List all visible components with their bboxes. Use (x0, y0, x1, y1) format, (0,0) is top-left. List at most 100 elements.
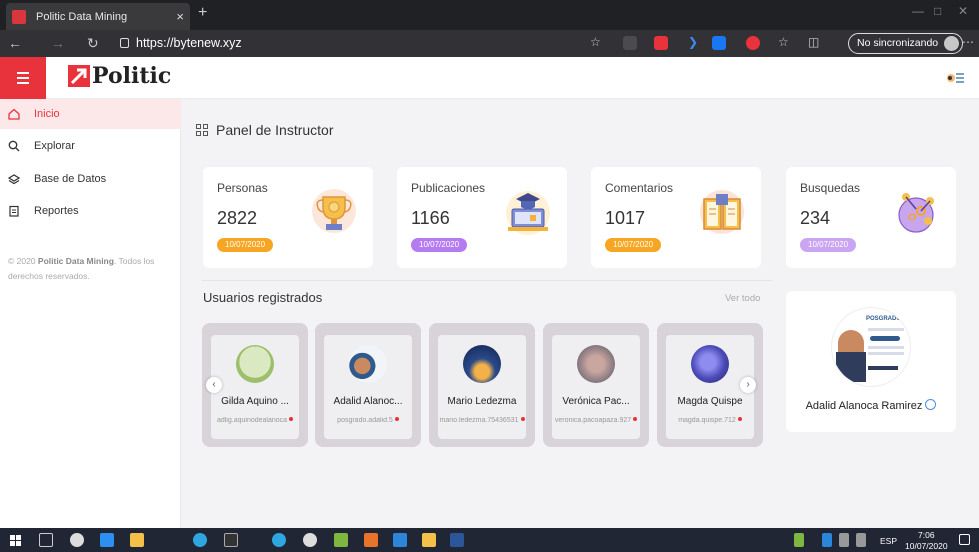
vscode-icon[interactable] (393, 533, 407, 547)
sync-status-button[interactable]: No sincronizando (848, 33, 964, 54)
report-icon (8, 205, 20, 217)
tab-close-icon[interactable]: × (176, 9, 184, 24)
user-avatar (463, 345, 501, 383)
stat-date-badge: 10/07/2020 (217, 238, 274, 252)
sidebar-item-base-de-datos[interactable]: Base de Datos (0, 164, 181, 194)
hamburger-menu-button[interactable] (0, 57, 46, 99)
stat-label: Personas (217, 181, 268, 195)
user-card[interactable]: Adalid Alanoc... posgrado.adalid.5 (315, 323, 421, 447)
store-icon[interactable] (130, 533, 144, 547)
carousel-prev-button[interactable]: ‹ (206, 377, 222, 393)
stat-card-comentarios[interactable]: Comentarios 1017 10/07/2020 (591, 167, 761, 268)
user-card-inner: Gilda Aquino ... adlig.aquinodealanoca (211, 335, 299, 439)
extension-icon[interactable] (623, 36, 637, 50)
notepad-icon[interactable] (334, 533, 348, 547)
stat-date-badge: 10/07/2020 (605, 238, 662, 252)
user-name: Verónica Pac... (562, 396, 630, 407)
site-favicon-icon (12, 9, 26, 24)
back-icon[interactable]: ← (8, 35, 22, 51)
tray-app-icon[interactable] (822, 533, 832, 547)
facebook-extension-icon[interactable] (712, 36, 726, 50)
stat-card-personas[interactable]: Personas 2822 10/07/2020 (203, 167, 373, 268)
stat-value: 1166 (411, 208, 450, 228)
collections-icon[interactable]: ◫ (808, 35, 819, 49)
user-card-inner: Adalid Alanoc... posgrado.adalid.5 (324, 335, 412, 439)
user-card-inner: Mario Ledezma mario.ledezma.75436531 (438, 335, 526, 439)
restore-icon[interactable]: □ (934, 4, 941, 18)
user-name: Magda Quispe (677, 396, 743, 407)
word-icon[interactable] (450, 533, 464, 547)
stat-card-publicaciones[interactable]: Publicaciones 1166 10/07/2020 (397, 167, 567, 268)
lock-icon (120, 38, 129, 48)
battery-icon[interactable] (856, 533, 866, 547)
profile-name: Adalid Alanoca Ramirez (786, 399, 956, 412)
sidebar-item-label: Base de Datos (34, 173, 107, 185)
brand-name: Politic (92, 63, 172, 89)
forward-icon[interactable]: → (51, 35, 65, 51)
poster-text: POSGRADO (866, 316, 902, 322)
app-icon[interactable] (70, 533, 84, 547)
edge-icon[interactable] (193, 533, 207, 547)
favorite-star-icon[interactable]: ☆ (590, 35, 601, 49)
stat-date-badge: 10/07/2020 (800, 238, 857, 252)
user-handle: adlig.aquinodealanoca (211, 417, 299, 424)
sidebar-item-inicio[interactable]: Inicio (0, 99, 181, 129)
molecule-icon (898, 193, 934, 233)
sidebar-item-reportes[interactable]: Reportes (0, 196, 181, 226)
sidebar-item-label: Explorar (34, 140, 75, 152)
mail-icon[interactable] (100, 533, 114, 547)
user-menu-icon[interactable] (945, 70, 965, 86)
notifications-icon[interactable] (959, 534, 970, 545)
edge-app-icon[interactable] (272, 533, 286, 547)
windows-start-icon[interactable] (10, 535, 21, 546)
graduation-laptop-icon (506, 191, 550, 235)
file-explorer-icon[interactable] (422, 533, 436, 547)
alert-extension-icon[interactable] (746, 36, 760, 50)
section-divider (202, 280, 772, 281)
app-logo[interactable]: Politic (68, 63, 171, 89)
profile-card[interactable]: POSGRADO Adalid Alanoca Ramirez (786, 291, 956, 432)
user-card[interactable]: Verónica Pac... veronica.pacoapaza.927 (543, 323, 649, 447)
chevron-right-icon[interactable]: ❯ (688, 35, 698, 49)
user-handle: magda.quispe.712 (666, 417, 754, 424)
user-name: Mario Ledezma (447, 396, 517, 407)
sync-label: No sincronizando (857, 37, 939, 49)
tray-icon[interactable] (794, 533, 804, 547)
grid-icon (196, 124, 208, 136)
book-icon (700, 190, 744, 234)
reload-icon[interactable]: ↻ (87, 35, 99, 52)
registered-users-title: Usuarios registrados (203, 290, 323, 305)
stat-date-badge: 10/07/2020 (411, 238, 468, 252)
office-icon[interactable] (364, 533, 378, 547)
network-icon[interactable] (839, 533, 849, 547)
carousel-next-button[interactable]: › (740, 377, 756, 393)
stat-value: 234 (800, 208, 831, 228)
layers-icon (8, 173, 20, 185)
task-view-icon[interactable] (39, 533, 53, 547)
terminal-icon[interactable] (224, 533, 238, 547)
language-indicator[interactable]: ESP (880, 536, 897, 546)
browser-tab[interactable]: Politic Data Mining × (6, 3, 190, 30)
user-card[interactable]: Mario Ledezma mario.ledezma.75436531 (429, 323, 535, 447)
sidebar-item-label: Reportes (34, 205, 79, 217)
favorites-list-icon[interactable]: ☆ (778, 35, 789, 49)
stat-card-busquedas[interactable]: Busquedas 234 10/07/2020 (786, 167, 956, 268)
close-window-icon[interactable]: ✕ (958, 4, 968, 18)
user-avatar (691, 345, 729, 383)
search-icon (8, 140, 20, 152)
address-bar[interactable]: https://bytenew.xyz (120, 36, 242, 50)
github-icon[interactable] (303, 533, 317, 547)
stat-value: 1017 (605, 208, 646, 228)
profile-avatar-icon (944, 36, 960, 51)
politic-extension-icon[interactable] (654, 36, 668, 50)
verified-check-icon (925, 399, 937, 410)
sidebar-item-explorar[interactable]: Explorar (0, 131, 181, 161)
new-tab-button[interactable]: + (198, 4, 207, 22)
stat-label: Publicaciones (411, 181, 486, 195)
clock-time[interactable]: 7:06 (918, 530, 935, 540)
minimize-icon[interactable]: — (912, 4, 924, 18)
more-options-icon[interactable]: ⋯ (962, 35, 974, 49)
clock-date[interactable]: 10/07/2020 (905, 541, 948, 551)
url-text: https://bytenew.xyz (136, 36, 242, 50)
see-all-link[interactable]: Ver todo (725, 293, 760, 304)
